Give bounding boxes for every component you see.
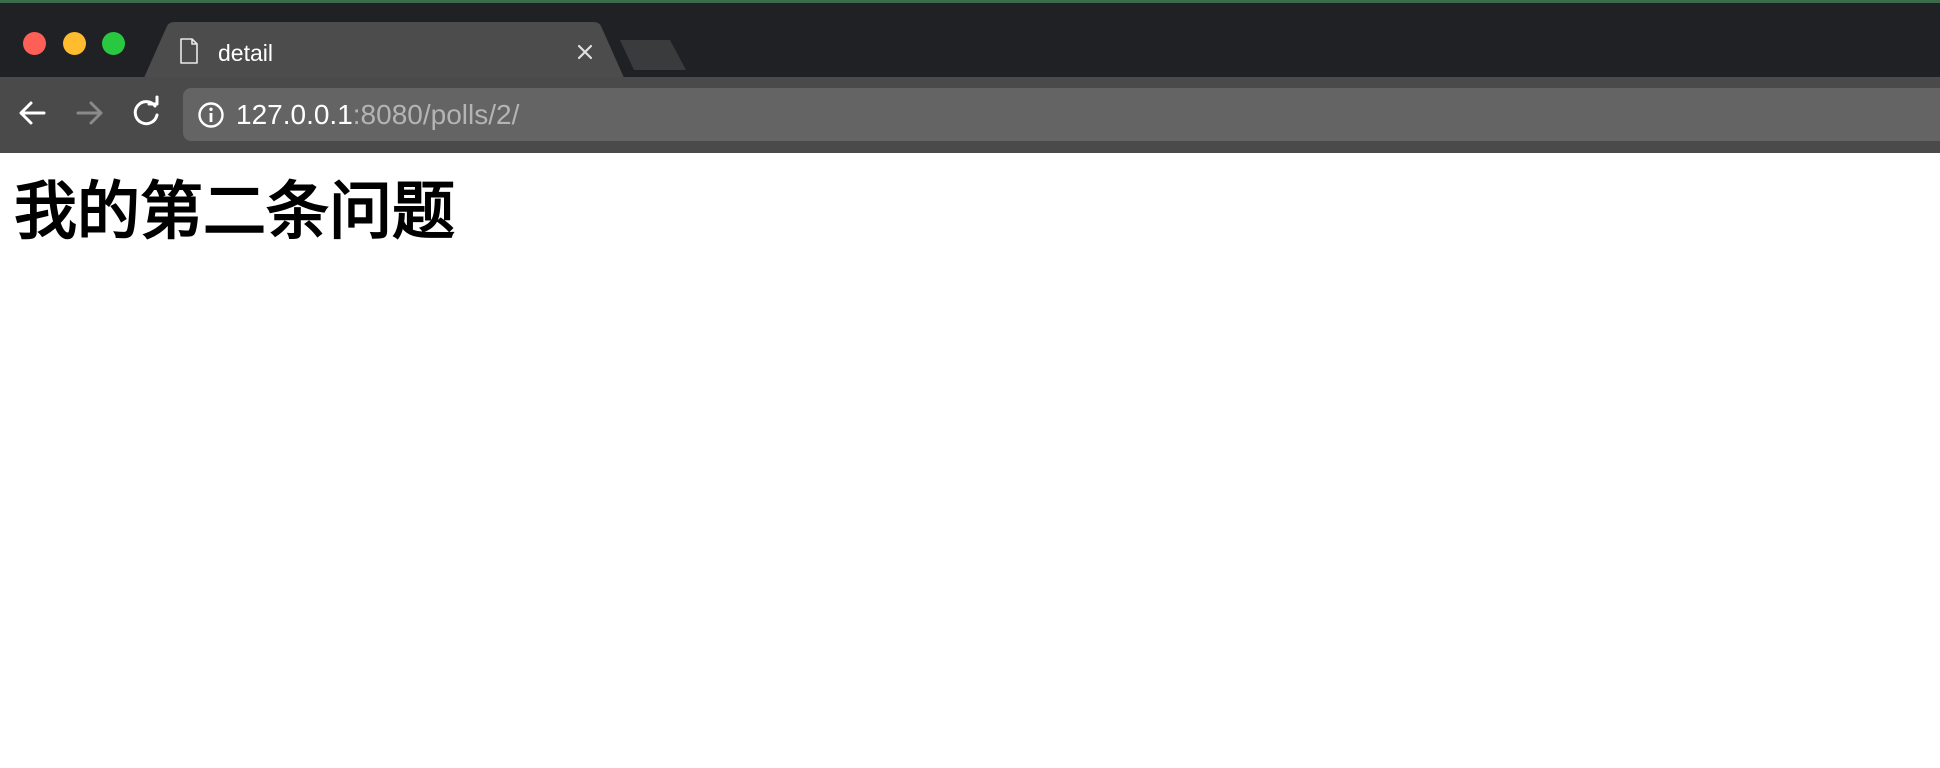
tab-detail[interactable]: detail [143, 22, 625, 80]
browser-window: detail 127.0.0.1:8080/polls/2/ 我的第二条问题 [0, 0, 1940, 768]
close-icon[interactable] [573, 40, 597, 64]
window-maximize-button[interactable] [102, 32, 125, 55]
tab-strip: detail [0, 0, 1940, 80]
tab-title: detail [218, 40, 273, 66]
reload-icon[interactable] [128, 95, 164, 131]
new-tab-button[interactable] [620, 40, 686, 70]
url-path: :8080/polls/2/ [352, 99, 520, 130]
tab-background [143, 22, 625, 80]
arrow-right-icon[interactable] [71, 95, 107, 131]
page-title: 我的第二条问题 [14, 175, 455, 248]
info-icon[interactable] [197, 101, 225, 129]
window-close-button[interactable] [23, 32, 46, 55]
address-bar[interactable]: 127.0.0.1:8080/polls/2/ [183, 88, 1940, 141]
document-icon [180, 38, 198, 64]
toolbar: 127.0.0.1:8080/polls/2/ [0, 77, 1940, 153]
page-viewport: 我的第二条问题 [0, 153, 1940, 768]
url-host: 127.0.0.1 [236, 99, 353, 130]
arrow-left-icon[interactable] [15, 95, 51, 131]
window-minimize-button[interactable] [63, 32, 86, 55]
address-text: 127.0.0.1:8080/polls/2/ [236, 100, 519, 130]
